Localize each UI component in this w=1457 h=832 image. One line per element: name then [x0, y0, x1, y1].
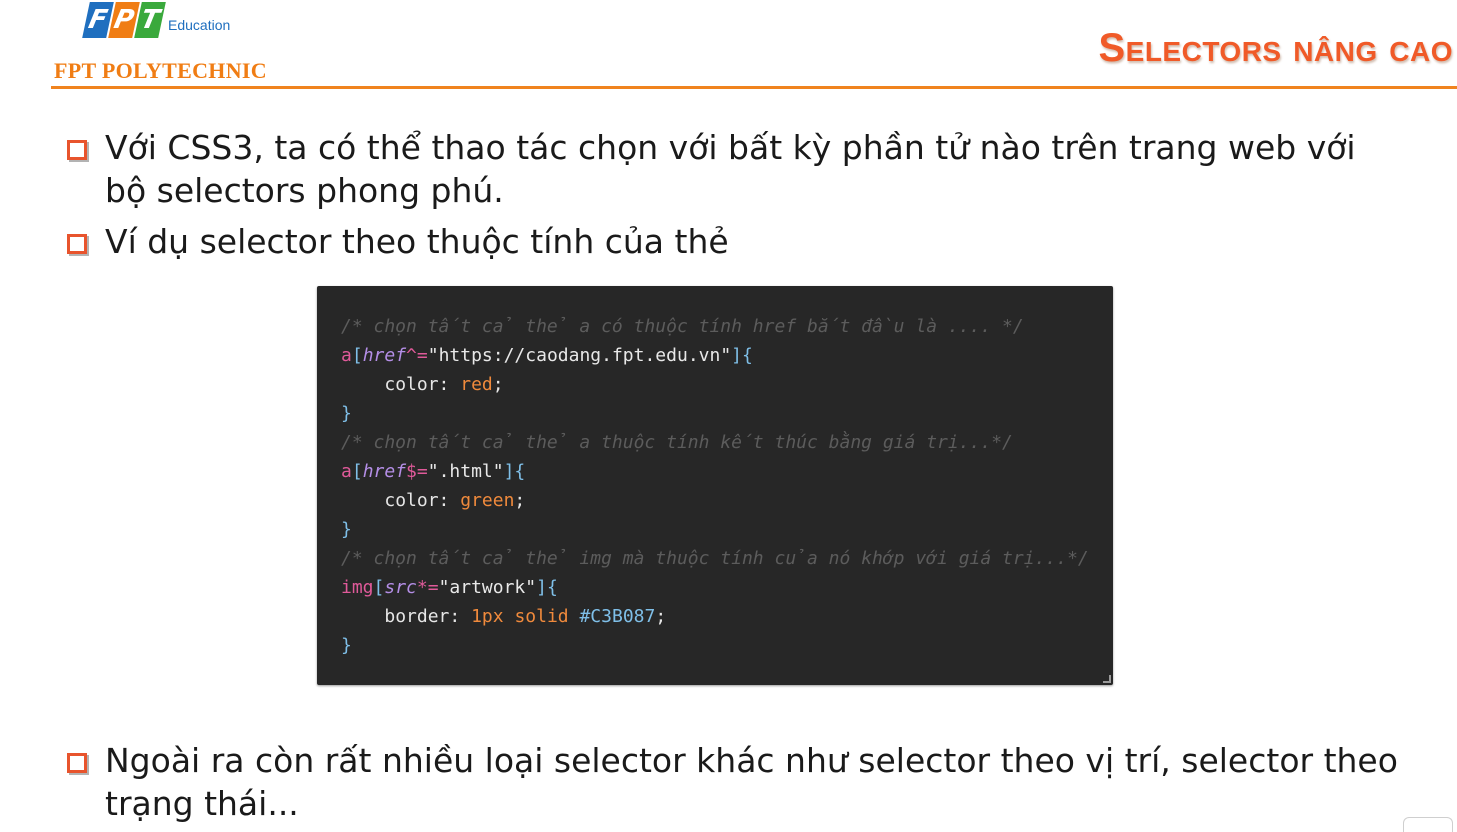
code-value: solid [514, 606, 569, 627]
code-attribute: src [384, 577, 417, 598]
resize-grip-icon[interactable] [1103, 675, 1111, 683]
header-divider [51, 86, 1457, 89]
code-property: color [384, 374, 439, 395]
bullet-item-3: Ngoài ra còn rất nhiều loại selector khá… [67, 739, 1447, 825]
fpt-logo-mark: F P T [82, 2, 166, 38]
code-line-9: /* chọn tất cả thẻ img mà thuộc tính của… [341, 544, 1113, 573]
bullet-text-2: Ví dụ selector theo thuộc tính của thẻ [105, 222, 729, 261]
code-line-8: } [341, 519, 352, 540]
code-line-5: /* chọn tất cả thẻ a thuộc tính kết thúc… [341, 428, 1113, 457]
code-line-7: color: green; [384, 490, 526, 511]
bullet-text-3: Ngoài ra còn rất nhiều loại selector khá… [105, 741, 1398, 823]
code-value: green [460, 490, 515, 511]
code-comment: /* chọn tất cả thẻ a thuộc tính kết thúc… [341, 432, 1013, 453]
code-operator: *= [416, 577, 439, 598]
code-hex-value: #C3B087 [579, 606, 656, 627]
code-line-6: a[href$=".html"]{ [341, 461, 526, 482]
code-line-2: a[href^="https://caodang.fpt.edu.vn"]{ [341, 345, 753, 366]
bullet-text-1: Với CSS3, ta có thể thao tác chọn với bấ… [105, 128, 1356, 210]
logo-education-text: Education [168, 17, 231, 33]
code-value: red [460, 374, 493, 395]
code-line-4: } [341, 403, 352, 424]
code-selector: img [341, 577, 374, 598]
code-attribute: href [362, 345, 407, 366]
code-line-12: } [341, 635, 352, 656]
code-selector: a [341, 461, 352, 482]
code-snippet-panel: /* chọn tất cả thẻ a có thuộc tính href … [317, 286, 1113, 685]
logo-letter-t: T [134, 2, 166, 38]
code-attribute: href [362, 461, 407, 482]
video-overlay-icon[interactable] [1403, 817, 1453, 832]
bullet-square-icon [67, 753, 87, 773]
code-line-1: /* chọn tất cả thẻ a có thuộc tính href … [341, 312, 1113, 341]
code-string: ".html" [427, 461, 504, 482]
code-string: "https://caodang.fpt.edu.vn" [427, 345, 732, 366]
code-property: color [384, 490, 439, 511]
code-string: "artwork" [438, 577, 537, 598]
code-operator: ^= [406, 345, 428, 366]
code-line-3: color: red; [384, 374, 504, 395]
brand-name: FPT POLYTECHNIC [54, 58, 267, 83]
code-line-11: border: 1px solid #C3B087; [384, 606, 667, 627]
code-operator: $= [406, 461, 428, 482]
bullet-square-icon [67, 140, 87, 160]
slide-title: Selectors nâng cao [1098, 26, 1453, 70]
bullet-item-2: Ví dụ selector theo thuộc tính của thẻ [67, 220, 1377, 263]
code-selector: a [341, 345, 352, 366]
code-line-10: img[src*="artwork"]{ [341, 577, 558, 598]
code-value: 1px [471, 606, 504, 627]
bullet-square-icon [67, 234, 87, 254]
bullet-item-1: Với CSS3, ta có thể thao tác chọn với bấ… [67, 126, 1377, 212]
code-comment: /* chọn tất cả thẻ img mà thuộc tính của… [341, 548, 1089, 569]
code-property: border [384, 606, 450, 627]
code-comment: /* chọn tất cả thẻ a có thuộc tính href … [341, 316, 1024, 337]
